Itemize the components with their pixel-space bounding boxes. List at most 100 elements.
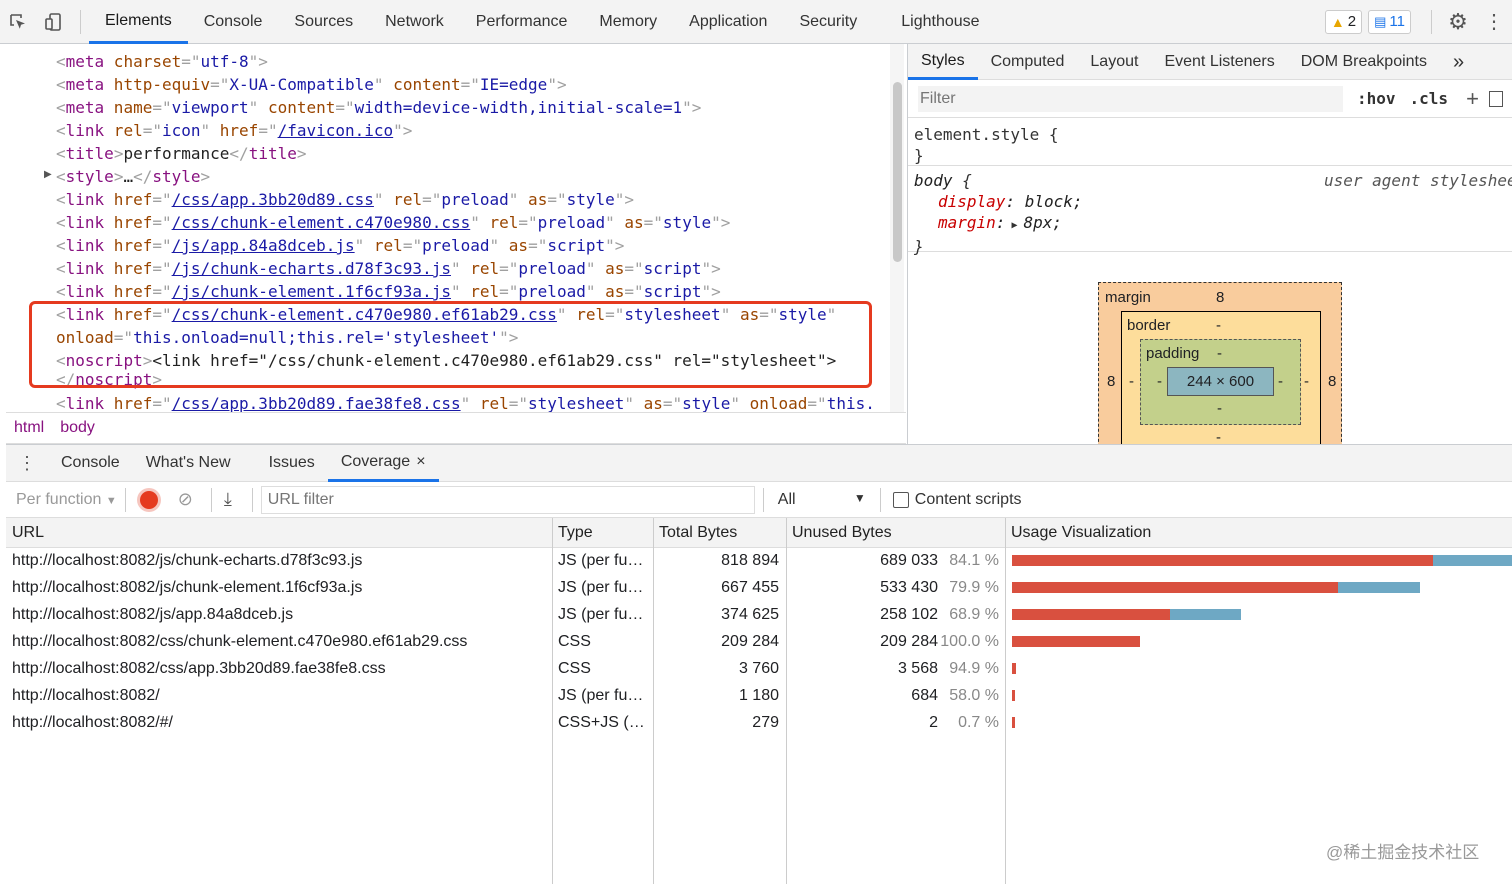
content-size: 244 × 600 bbox=[1186, 373, 1255, 390]
column-header-unused-bytes[interactable]: Unused Bytes bbox=[786, 518, 1005, 548]
table-row[interactable]: http://localhost:8082/js/chunk-element.1… bbox=[6, 574, 1512, 601]
dom-token: =" bbox=[624, 282, 644, 301]
sidebar-tab-event-listeners[interactable]: Event Listeners bbox=[1151, 44, 1287, 80]
dom-token: href bbox=[104, 259, 153, 278]
table-row[interactable]: http://localhost:8082/css/app.3bb20d89.f… bbox=[6, 655, 1512, 682]
expand-triangle-icon[interactable]: ▶ bbox=[44, 169, 52, 180]
content-scripts-checkbox[interactable] bbox=[892, 491, 909, 508]
per-function-select[interactable]: Per function ▼ bbox=[6, 491, 117, 509]
expand-triangle-icon[interactable]: ▶ bbox=[1005, 220, 1023, 231]
dom-node-line[interactable]: <link href="/js/app.84a8dceb.js" rel="pr… bbox=[56, 234, 624, 257]
dom-token: preload bbox=[441, 190, 509, 209]
dom-token[interactable]: /css/app.3bb20d89.css bbox=[172, 190, 374, 209]
drawer-tab-console[interactable]: Console bbox=[48, 444, 133, 482]
prop-display-value: block; bbox=[1024, 192, 1083, 211]
unused-bytes-cell: 3 568 bbox=[897, 660, 938, 677]
messages-badge[interactable]: ▤ 11 bbox=[1368, 9, 1411, 34]
dom-node-line[interactable]: <title>performance</title> bbox=[56, 142, 307, 165]
column-header-total-bytes[interactable]: Total Bytes bbox=[653, 518, 786, 548]
more-options-icon[interactable]: ⋮ bbox=[1476, 0, 1512, 44]
dom-token[interactable]: /js/chunk-element.1f6cf93a.js bbox=[172, 282, 451, 301]
close-icon[interactable]: × bbox=[416, 453, 425, 470]
dom-node-line[interactable]: <style>…</style> bbox=[56, 165, 210, 188]
export-icon[interactable]: ⤓ bbox=[224, 489, 232, 510]
dom-token[interactable]: /css/app.3bb20d89.fae38fe8.css bbox=[172, 394, 461, 412]
toggle-sidebar-icon[interactable] bbox=[1488, 90, 1503, 107]
elements-scrollbar[interactable] bbox=[890, 44, 904, 412]
dom-token: rel bbox=[104, 121, 143, 140]
dom-node-line[interactable]: <link href="/css/app.3bb20d89.css" rel="… bbox=[56, 188, 634, 211]
inspect-element-icon[interactable] bbox=[0, 0, 36, 44]
table-row[interactable]: http://localhost:8082/js/app.84a8dceb.js… bbox=[6, 601, 1512, 628]
scrollbar-thumb[interactable] bbox=[893, 82, 902, 262]
devtools-toolbar: Elements Console Sources Network Performance… bbox=[0, 0, 1512, 44]
drawer-tab-what-s-new[interactable]: What's New bbox=[133, 444, 244, 482]
tab-console[interactable]: Console bbox=[188, 0, 279, 44]
more-tabs-icon[interactable]: » bbox=[1440, 44, 1477, 80]
dom-token: < bbox=[56, 121, 66, 140]
tab-application[interactable]: Application bbox=[673, 0, 783, 44]
dom-token[interactable]: /css/chunk-element.c470e980.css bbox=[172, 213, 471, 232]
hov-button[interactable]: :hov bbox=[1357, 89, 1396, 108]
tab-sources[interactable]: Sources bbox=[278, 0, 369, 44]
used-bytes-bar bbox=[1337, 582, 1420, 593]
breadcrumb-html[interactable]: html bbox=[14, 419, 44, 437]
dom-node-line[interactable]: <link rel="icon" href="/favicon.ico"> bbox=[56, 119, 412, 142]
tab-security[interactable]: Security bbox=[783, 0, 873, 44]
dom-token: link bbox=[65, 213, 105, 232]
styles-filter-input[interactable] bbox=[918, 85, 1343, 112]
dom-node-line[interactable]: <meta name="viewport" content="width=dev… bbox=[56, 96, 701, 119]
dom-token: as bbox=[614, 213, 644, 232]
drawer-tab-coverage[interactable]: Coverage × bbox=[327, 444, 439, 482]
dom-node-line[interactable]: <meta http-equiv="X-UA-Compatible" conte… bbox=[56, 73, 567, 96]
table-row[interactable]: http://localhost:8082/js/chunk-echarts.d… bbox=[6, 547, 1512, 574]
breadcrumb-body[interactable]: body bbox=[60, 419, 95, 437]
sidebar-tab-computed[interactable]: Computed bbox=[978, 44, 1078, 80]
record-icon[interactable] bbox=[139, 490, 158, 509]
settings-gear-icon[interactable]: ⚙ bbox=[1440, 0, 1476, 44]
element-style-rule: element.style { } bbox=[908, 118, 1512, 166]
dom-token: =" bbox=[662, 394, 683, 412]
dom-node-line[interactable]: <meta charset="utf-8"> bbox=[56, 50, 268, 73]
dom-token: =" bbox=[508, 394, 529, 412]
content-scripts-label: Content scripts bbox=[914, 490, 1022, 508]
dom-token: rel bbox=[479, 213, 519, 232]
column-header-usage-visualization[interactable]: Usage Visualization bbox=[1005, 518, 1512, 548]
drawer-menu-icon[interactable]: ⋮ bbox=[6, 453, 48, 474]
table-row[interactable]: http://localhost:8082/JS (per fu… 1 180 68… bbox=[6, 682, 1512, 709]
tab-performance[interactable]: Performance bbox=[460, 0, 584, 44]
body-selector: body bbox=[914, 171, 953, 190]
type-filter-select[interactable]: All ▼ bbox=[772, 491, 872, 509]
column-header-url[interactable]: URL bbox=[6, 518, 552, 548]
dom-token[interactable]: /favicon.ico bbox=[278, 121, 394, 140]
dom-token: "> bbox=[711, 213, 731, 232]
table-row[interactable]: http://localhost:8082/css/chunk-element.… bbox=[6, 628, 1512, 655]
unused-percent-cell: 0.7 % bbox=[958, 714, 999, 731]
clear-icon[interactable]: ⊘ bbox=[178, 489, 193, 510]
dom-node-line[interactable]: <link href="/js/chunk-element.1f6cf93a.j… bbox=[56, 280, 721, 303]
table-row[interactable]: http://localhost:8082/#/ CSS+JS (… 279 2 0.7… bbox=[6, 709, 1512, 736]
tab-elements[interactable]: Elements bbox=[89, 0, 188, 44]
toolbar-divider bbox=[1431, 9, 1432, 34]
cls-button[interactable]: .cls bbox=[1410, 89, 1449, 108]
tab-network[interactable]: Network bbox=[369, 0, 460, 44]
device-toolbar-icon[interactable] bbox=[36, 0, 72, 44]
sidebar-tab-layout[interactable]: Layout bbox=[1077, 44, 1151, 80]
dom-token[interactable]: /js/chunk-echarts.d78f3c93.js bbox=[172, 259, 451, 278]
sidebar-tab-styles[interactable]: Styles bbox=[908, 44, 978, 80]
tab-lighthouse[interactable]: Lighthouse bbox=[885, 0, 995, 44]
tab-memory[interactable]: Memory bbox=[583, 0, 673, 44]
sidebar-tab-dom-breakpoints[interactable]: DOM Breakpoints bbox=[1288, 44, 1440, 80]
dom-token: href bbox=[210, 121, 259, 140]
warnings-badge[interactable]: ▲ 2 bbox=[1324, 9, 1363, 34]
toolbar-divider bbox=[762, 487, 764, 512]
column-header-type[interactable]: Type bbox=[552, 518, 653, 548]
dom-token: rel bbox=[383, 190, 423, 209]
drawer-tab-issues[interactable]: Issues bbox=[256, 444, 328, 482]
dom-node-line[interactable]: <link href="/js/chunk-echarts.d78f3c93.j… bbox=[56, 257, 721, 280]
dom-node-line[interactable]: <link href="/css/app.3bb20d89.fae38fe8.c… bbox=[56, 392, 875, 412]
dom-token[interactable]: /js/app.84a8dceb.js bbox=[172, 236, 355, 255]
url-filter-input[interactable] bbox=[260, 485, 755, 514]
dom-node-line[interactable]: <link href="/css/chunk-element.c470e980.… bbox=[56, 211, 730, 234]
new-rule-button[interactable]: + bbox=[1466, 86, 1479, 112]
